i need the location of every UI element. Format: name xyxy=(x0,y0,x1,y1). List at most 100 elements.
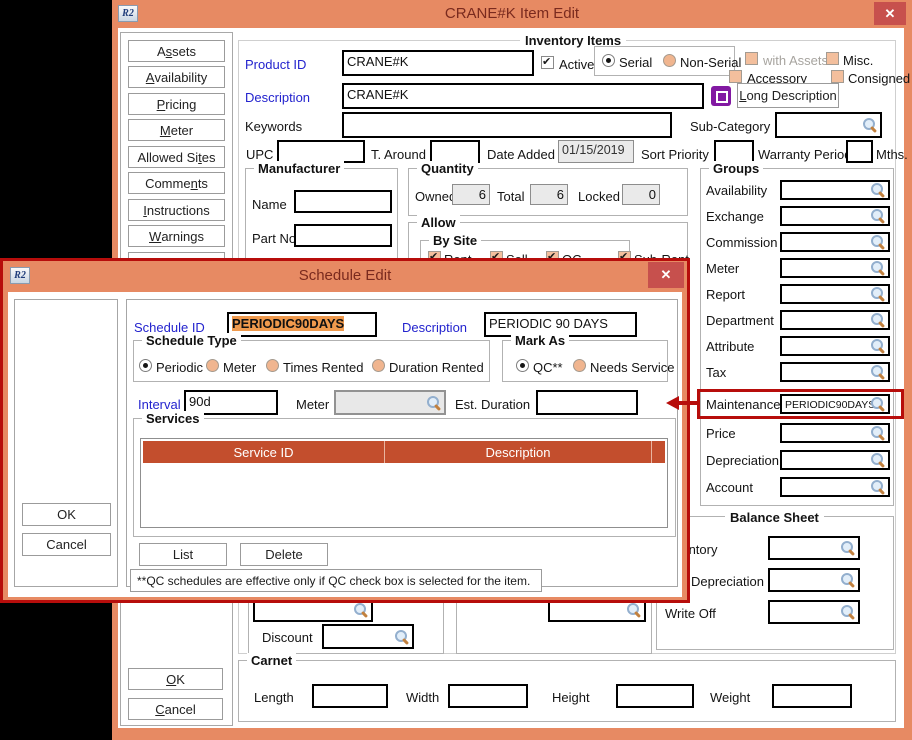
expand-description-icon[interactable] xyxy=(711,86,731,106)
search-icon[interactable] xyxy=(870,234,886,250)
t-around-input[interactable] xyxy=(430,140,480,163)
part-no-input[interactable] xyxy=(294,224,392,247)
search-icon[interactable] xyxy=(870,260,886,276)
keywords-input[interactable] xyxy=(342,112,672,138)
groups-input-attribute[interactable] xyxy=(780,336,890,356)
carnet-title: Carnet xyxy=(247,653,296,668)
groups-input-tax[interactable] xyxy=(780,362,890,382)
misc-checkbox[interactable] xyxy=(826,52,839,65)
groups-input-price[interactable] xyxy=(780,423,890,443)
height-label: Height xyxy=(552,690,590,705)
height-input[interactable] xyxy=(616,684,694,708)
sub-category-input[interactable] xyxy=(775,112,882,138)
groups-input-report[interactable] xyxy=(780,284,890,304)
schedule-edit-close-button[interactable]: ✕ xyxy=(648,262,684,288)
bs-depreciation-label: Depreciation xyxy=(691,574,764,589)
length-label: Length xyxy=(254,690,294,705)
search-icon[interactable] xyxy=(840,604,856,620)
allow-title: Allow xyxy=(417,215,460,230)
long-description-button[interactable]: Long Description xyxy=(737,83,839,108)
total-input: 6 xyxy=(530,184,568,205)
search-icon[interactable] xyxy=(870,208,886,224)
groups-label-attribute: Attribute xyxy=(706,339,754,354)
sidebar-button-comments[interactable]: Comments xyxy=(128,172,225,194)
upc-input[interactable] xyxy=(277,140,365,163)
groups-input-exchange[interactable] xyxy=(780,206,890,226)
width-input[interactable] xyxy=(448,684,528,708)
groups-label-meter: Meter xyxy=(706,261,739,276)
search-icon[interactable] xyxy=(870,338,886,354)
item-edit-titlebar[interactable]: R2 CRANE#K Item Edit ✕ xyxy=(112,0,912,28)
serial-radio[interactable] xyxy=(602,54,615,67)
consigned-checkbox[interactable] xyxy=(831,70,844,83)
search-icon[interactable] xyxy=(353,602,369,618)
total-label: Total xyxy=(497,189,524,204)
locked-label: Locked xyxy=(578,189,620,204)
search-icon[interactable] xyxy=(394,629,410,645)
manufacturer-title: Manufacturer xyxy=(254,161,344,176)
groups-input-department[interactable] xyxy=(780,310,890,330)
main-cancel-button[interactable]: Cancel xyxy=(128,698,223,720)
schedule-edit-titlebar[interactable]: R2 Schedule Edit ✕ xyxy=(3,261,687,289)
search-icon[interactable] xyxy=(870,425,886,441)
search-icon[interactable] xyxy=(840,572,856,588)
item-edit-close-button[interactable]: ✕ xyxy=(874,2,906,25)
search-icon[interactable] xyxy=(840,540,856,556)
bs-inventory-input[interactable] xyxy=(768,536,860,560)
sub-category-label: Sub-Category xyxy=(690,119,770,134)
search-icon[interactable] xyxy=(870,479,886,495)
weight-input[interactable] xyxy=(772,684,852,708)
active-label: Active xyxy=(559,57,594,72)
description-input[interactable]: CRANE#K xyxy=(342,83,704,109)
groups-input-availability[interactable] xyxy=(780,180,890,200)
search-icon[interactable] xyxy=(870,286,886,302)
with-assets-label: with Assets xyxy=(763,53,828,68)
search-icon[interactable] xyxy=(870,312,886,328)
bs-write-off-label: Write Off xyxy=(665,606,716,621)
search-icon[interactable] xyxy=(870,182,886,198)
search-icon[interactable] xyxy=(862,117,878,133)
upc-label: UPC xyxy=(246,147,273,162)
main-ok-button[interactable]: OK xyxy=(128,668,223,690)
groups-label-tax: Tax xyxy=(706,365,726,380)
groups-input-commission[interactable] xyxy=(780,232,890,252)
length-input[interactable] xyxy=(312,684,388,708)
search-icon[interactable] xyxy=(870,364,886,380)
sidebar-button-availability[interactable]: Availability xyxy=(128,66,225,88)
with-assets-checkbox[interactable] xyxy=(745,52,758,65)
weight-label: Weight xyxy=(710,690,750,705)
sidebar-button-meter[interactable]: Meter xyxy=(128,119,225,141)
date-added-label: Date Added xyxy=(487,147,555,162)
mths-label: Mths. xyxy=(876,147,908,162)
product-id-label: Product ID xyxy=(245,57,306,72)
by-site-title: By Site xyxy=(429,233,481,248)
manufacturer-name-label: Name xyxy=(252,197,287,212)
active-checkbox[interactable] xyxy=(541,56,554,69)
groups-input-depreciation[interactable] xyxy=(780,450,890,470)
sort-priority-input[interactable] xyxy=(714,140,754,163)
warranty-period-input[interactable] xyxy=(846,140,873,163)
search-icon[interactable] xyxy=(626,602,642,618)
bs-depreciation-input[interactable] xyxy=(768,568,860,592)
non-serial-radio[interactable] xyxy=(663,54,676,67)
manufacturer-group: Manufacturer xyxy=(245,168,398,266)
accessory-checkbox[interactable] xyxy=(729,70,742,83)
sidebar-button-pricing[interactable]: Pricing xyxy=(128,93,225,115)
manufacturer-name-input[interactable] xyxy=(294,190,392,213)
groups-label-report: Report xyxy=(706,287,745,302)
groups-input-account[interactable] xyxy=(780,477,890,497)
product-id-input[interactable]: CRANE#K xyxy=(342,50,534,76)
sidebar-button-assets[interactable]: Assets xyxy=(128,40,225,62)
bs-write-off-input[interactable] xyxy=(768,600,860,624)
groups-label-commission: Commission xyxy=(706,235,778,250)
owned-label: Owned xyxy=(415,189,456,204)
sidebar-button-instructions[interactable]: Instructions xyxy=(128,199,225,221)
sidebar-button-warnings[interactable]: Warnings xyxy=(128,225,225,247)
search-icon[interactable] xyxy=(870,452,886,468)
groups-input-meter[interactable] xyxy=(780,258,890,278)
sidebar-button-allowed-sites[interactable]: Allowed Sites xyxy=(128,146,225,168)
expand-glyph xyxy=(716,91,728,103)
maintenance-highlight-rectangle xyxy=(697,389,904,419)
screen: R2 CRANE#K Item Edit ✕ Assets Availabili… xyxy=(0,0,912,740)
discount-input[interactable] xyxy=(322,624,414,649)
